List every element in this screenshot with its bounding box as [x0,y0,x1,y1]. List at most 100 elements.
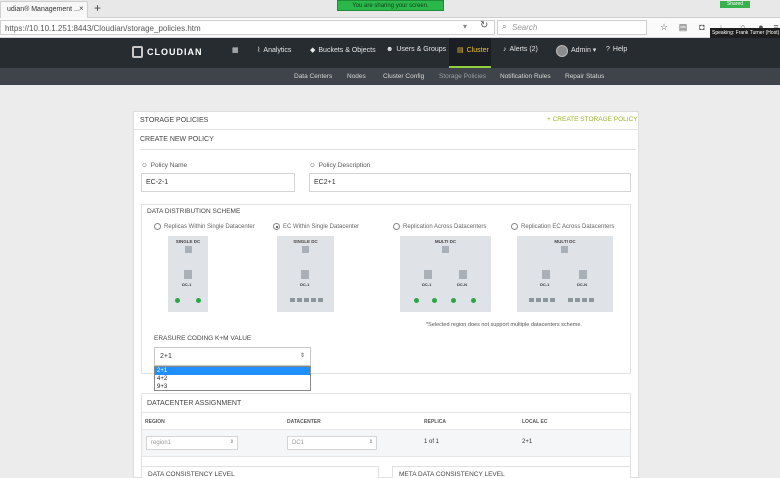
select-arrows-icon: ⇕ [299,353,305,359]
menu-buckets-label: Buckets & Objects [318,46,376,54]
data-consistency-section: DATA CONSISTENCY LEVEL [141,466,379,478]
policy-name-input[interactable]: EC-2-1 [141,173,295,192]
create-storage-policy-link[interactable]: + CREATE STORAGE POLICY [547,116,638,123]
node-dot [196,298,201,303]
browser-tab[interactable]: udian® Management ... [0,1,88,18]
address-bar[interactable]: https://10.10.1.251:8443/Cloudian/storag… [0,20,495,35]
dc-label: DC-1 [300,282,310,287]
menu-help[interactable]: ? Help [606,46,627,53]
column-header-local-ec: LOCAL EC [522,419,548,425]
menu-admin[interactable]: Admin ▾ [571,46,596,54]
dashboard-button[interactable]: ▦ [232,46,239,54]
tab-storage-policies[interactable]: Storage Policies [439,73,486,80]
menu-users[interactable]: ☻ Users & Groups [386,46,446,53]
radio-circle[interactable] [393,223,400,230]
region-select[interactable]: region1 ⇕ [146,436,238,450]
diagram-replication-ec-across-dc: MULTI DC DC-1 DC-N [517,236,613,312]
datacenter-select-value: DC1 [292,440,305,446]
datacenter-icon [424,270,432,279]
policy-description-label-text: Policy Description [318,162,371,169]
avatar[interactable] [556,45,568,57]
fragment-square [550,298,555,302]
diagram-title: SINGLE DC [293,239,318,244]
bookmark-star-icon[interactable]: ☆ [658,21,670,33]
menu-alerts[interactable]: ♪ Alerts (2) [503,46,538,53]
fragment-square [568,298,573,302]
diagram-replication-across-dc: MULTI DC DC-1 DC-N [400,236,491,312]
local-ec-value: 2+1 [522,439,533,445]
search-icon: ⌕ [502,22,507,31]
datacenter-select[interactable]: DC1 ⇕ [287,436,377,450]
diagram-title: MULTI DC [434,239,457,244]
divider [134,129,638,130]
erasure-coding-select[interactable]: 2+1 ⇕ [154,347,311,366]
radio-circle-checked[interactable] [273,223,280,230]
chevron-down-icon[interactable]: ▾ [463,22,467,31]
region-note: *Selected region does not support multip… [426,322,582,328]
diagram-title: SINGLE DC [175,239,201,244]
policy-description-input[interactable]: EC2+1 [309,173,631,192]
datacenter-icon [579,270,587,279]
dc-label: DC-N [457,282,467,287]
speaking-tooltip: Speaking: Frank Turner (Host) [710,28,780,38]
select-arrows-icon: ⇕ [368,439,373,445]
logo-text: CLOUDIAN [147,47,203,57]
new-tab-button[interactable]: + [94,1,101,15]
cloudian-logo[interactable]: CLOUDIAN [132,45,203,59]
create-policy-header: CREATE NEW POLICY [140,136,636,150]
users-icon: ☻ [386,46,394,53]
node-dot [451,298,456,303]
menu-analytics-label: Analytics [263,46,292,54]
tab-notification-rules[interactable]: Notification Rules [500,73,551,80]
ec-option-9-3[interactable]: 9+3 [155,383,310,391]
user-icon: ☺ [141,162,148,169]
reload-icon[interactable]: ↻ [480,20,488,31]
screen-share-banner[interactable]: You are sharing your screen. [337,0,444,11]
tab-cluster-config[interactable]: Cluster Config [383,73,424,80]
replica-value: 1 of 1 [424,439,440,445]
fragment-square [582,298,587,302]
radio-replication-ec-across-dc[interactable]: Replication EC Across Datacenters [511,223,614,230]
dc-label: DC-1 [422,282,432,287]
page-title: STORAGE POLICIES [140,117,209,124]
client-icon [442,246,449,253]
menu-users-label: Users & Groups [396,46,447,53]
datacenter-icon [542,270,550,279]
diagram-title: MULTI DC [554,239,576,244]
diagram-ec-single-dc: SINGLE DC DC-1 [277,236,334,312]
tab-repair-status[interactable]: Repair Status [565,73,604,80]
radio-label: Replication Across Datacenters [403,223,487,230]
ec-option-2-1[interactable]: 2+1 [155,367,310,375]
tab-data-centers[interactable]: Data Centers [294,73,332,80]
fragment-square [304,298,309,302]
menu-buckets[interactable]: ◆ Buckets & Objects [310,46,376,55]
radio-ec-single-dc[interactable]: EC Within Single Datacenter [273,223,359,230]
pocket-icon[interactable]: ◘ [696,21,708,33]
fragment-square [575,298,580,302]
fragment-square [543,298,548,302]
tab-title: udian® Management ... [7,6,80,13]
client-icon [185,246,192,253]
fragment-square [297,298,302,302]
logo-icon [132,46,143,58]
diagram-replicas-single-dc: SINGLE DC DC-1 [168,236,208,312]
help-icon: ? [606,46,610,53]
radio-replication-across-dc[interactable]: Replication Across Datacenters [393,223,486,230]
menu-cluster-label: Cluster [466,46,489,54]
menu-help-label: Help [612,46,628,53]
dc-label: DC-N [577,282,587,287]
menu-cluster[interactable]: ▤ Cluster [457,46,489,55]
radio-replicas-single-dc[interactable]: Replicas Within Single Datacenter [154,223,255,230]
browser-search-input[interactable]: Search [497,20,647,35]
menu-analytics[interactable]: ⌇ Analytics [257,46,292,55]
reading-list-icon[interactable]: ▤ [677,21,689,33]
ec-option-4-2[interactable]: 4+2 [155,375,310,383]
datacenter-icon [301,270,309,279]
tab-nodes[interactable]: Nodes [347,73,366,80]
app-header [0,38,780,68]
meta-data-consistency-section: META DATA CONSISTENCY LEVEL [392,466,631,478]
radio-circle[interactable] [154,223,161,230]
radio-circle[interactable] [511,223,518,230]
close-tab-icon[interactable]: × [79,4,84,13]
node-dot [432,298,437,303]
